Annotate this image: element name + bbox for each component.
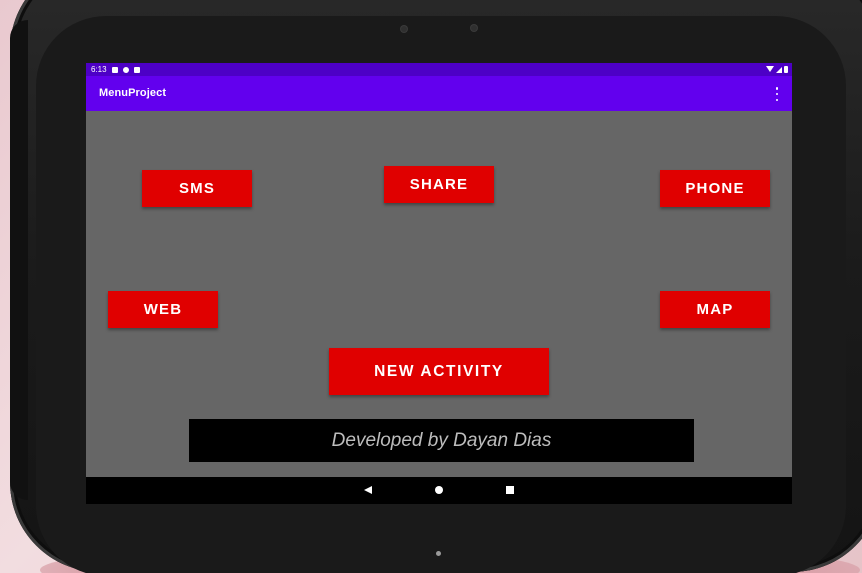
sync-icon (123, 66, 129, 73)
new-activity-button[interactable]: NEW ACTIVITY (329, 348, 549, 395)
wifi-icon (766, 66, 774, 72)
battery-icon (784, 66, 788, 73)
back-icon[interactable] (364, 486, 372, 494)
recents-icon[interactable] (506, 486, 514, 494)
phone-button[interactable]: PHONE (660, 170, 770, 207)
front-camera (471, 25, 477, 31)
sms-button[interactable]: SMS (142, 170, 252, 207)
share-button[interactable]: SHARE (384, 166, 494, 203)
signal-icon (776, 66, 782, 73)
tablet-left-edge (10, 20, 28, 500)
status-notification-icons (112, 63, 140, 73)
app-title: MenuProject (99, 87, 167, 99)
proximity-sensor (401, 26, 407, 32)
map-button[interactable]: MAP (660, 291, 770, 328)
app-bar: MenuProject (86, 76, 792, 111)
navigation-bar (86, 477, 792, 504)
home-icon[interactable] (435, 486, 443, 494)
tablet-home-indicator (436, 551, 441, 556)
developer-credit: Developed by Dayan Dias (189, 419, 694, 462)
notification-icon (112, 66, 118, 73)
device-screen: 6:13 MenuProject SMS SHARE PHONE WEB MAP… (86, 63, 792, 504)
sd-card-icon (134, 66, 140, 73)
status-system-icons (766, 63, 788, 73)
web-button[interactable]: WEB (108, 291, 218, 328)
more-vert-icon[interactable] (774, 87, 780, 101)
status-time: 6:13 (91, 65, 107, 74)
status-bar: 6:13 (86, 63, 792, 76)
